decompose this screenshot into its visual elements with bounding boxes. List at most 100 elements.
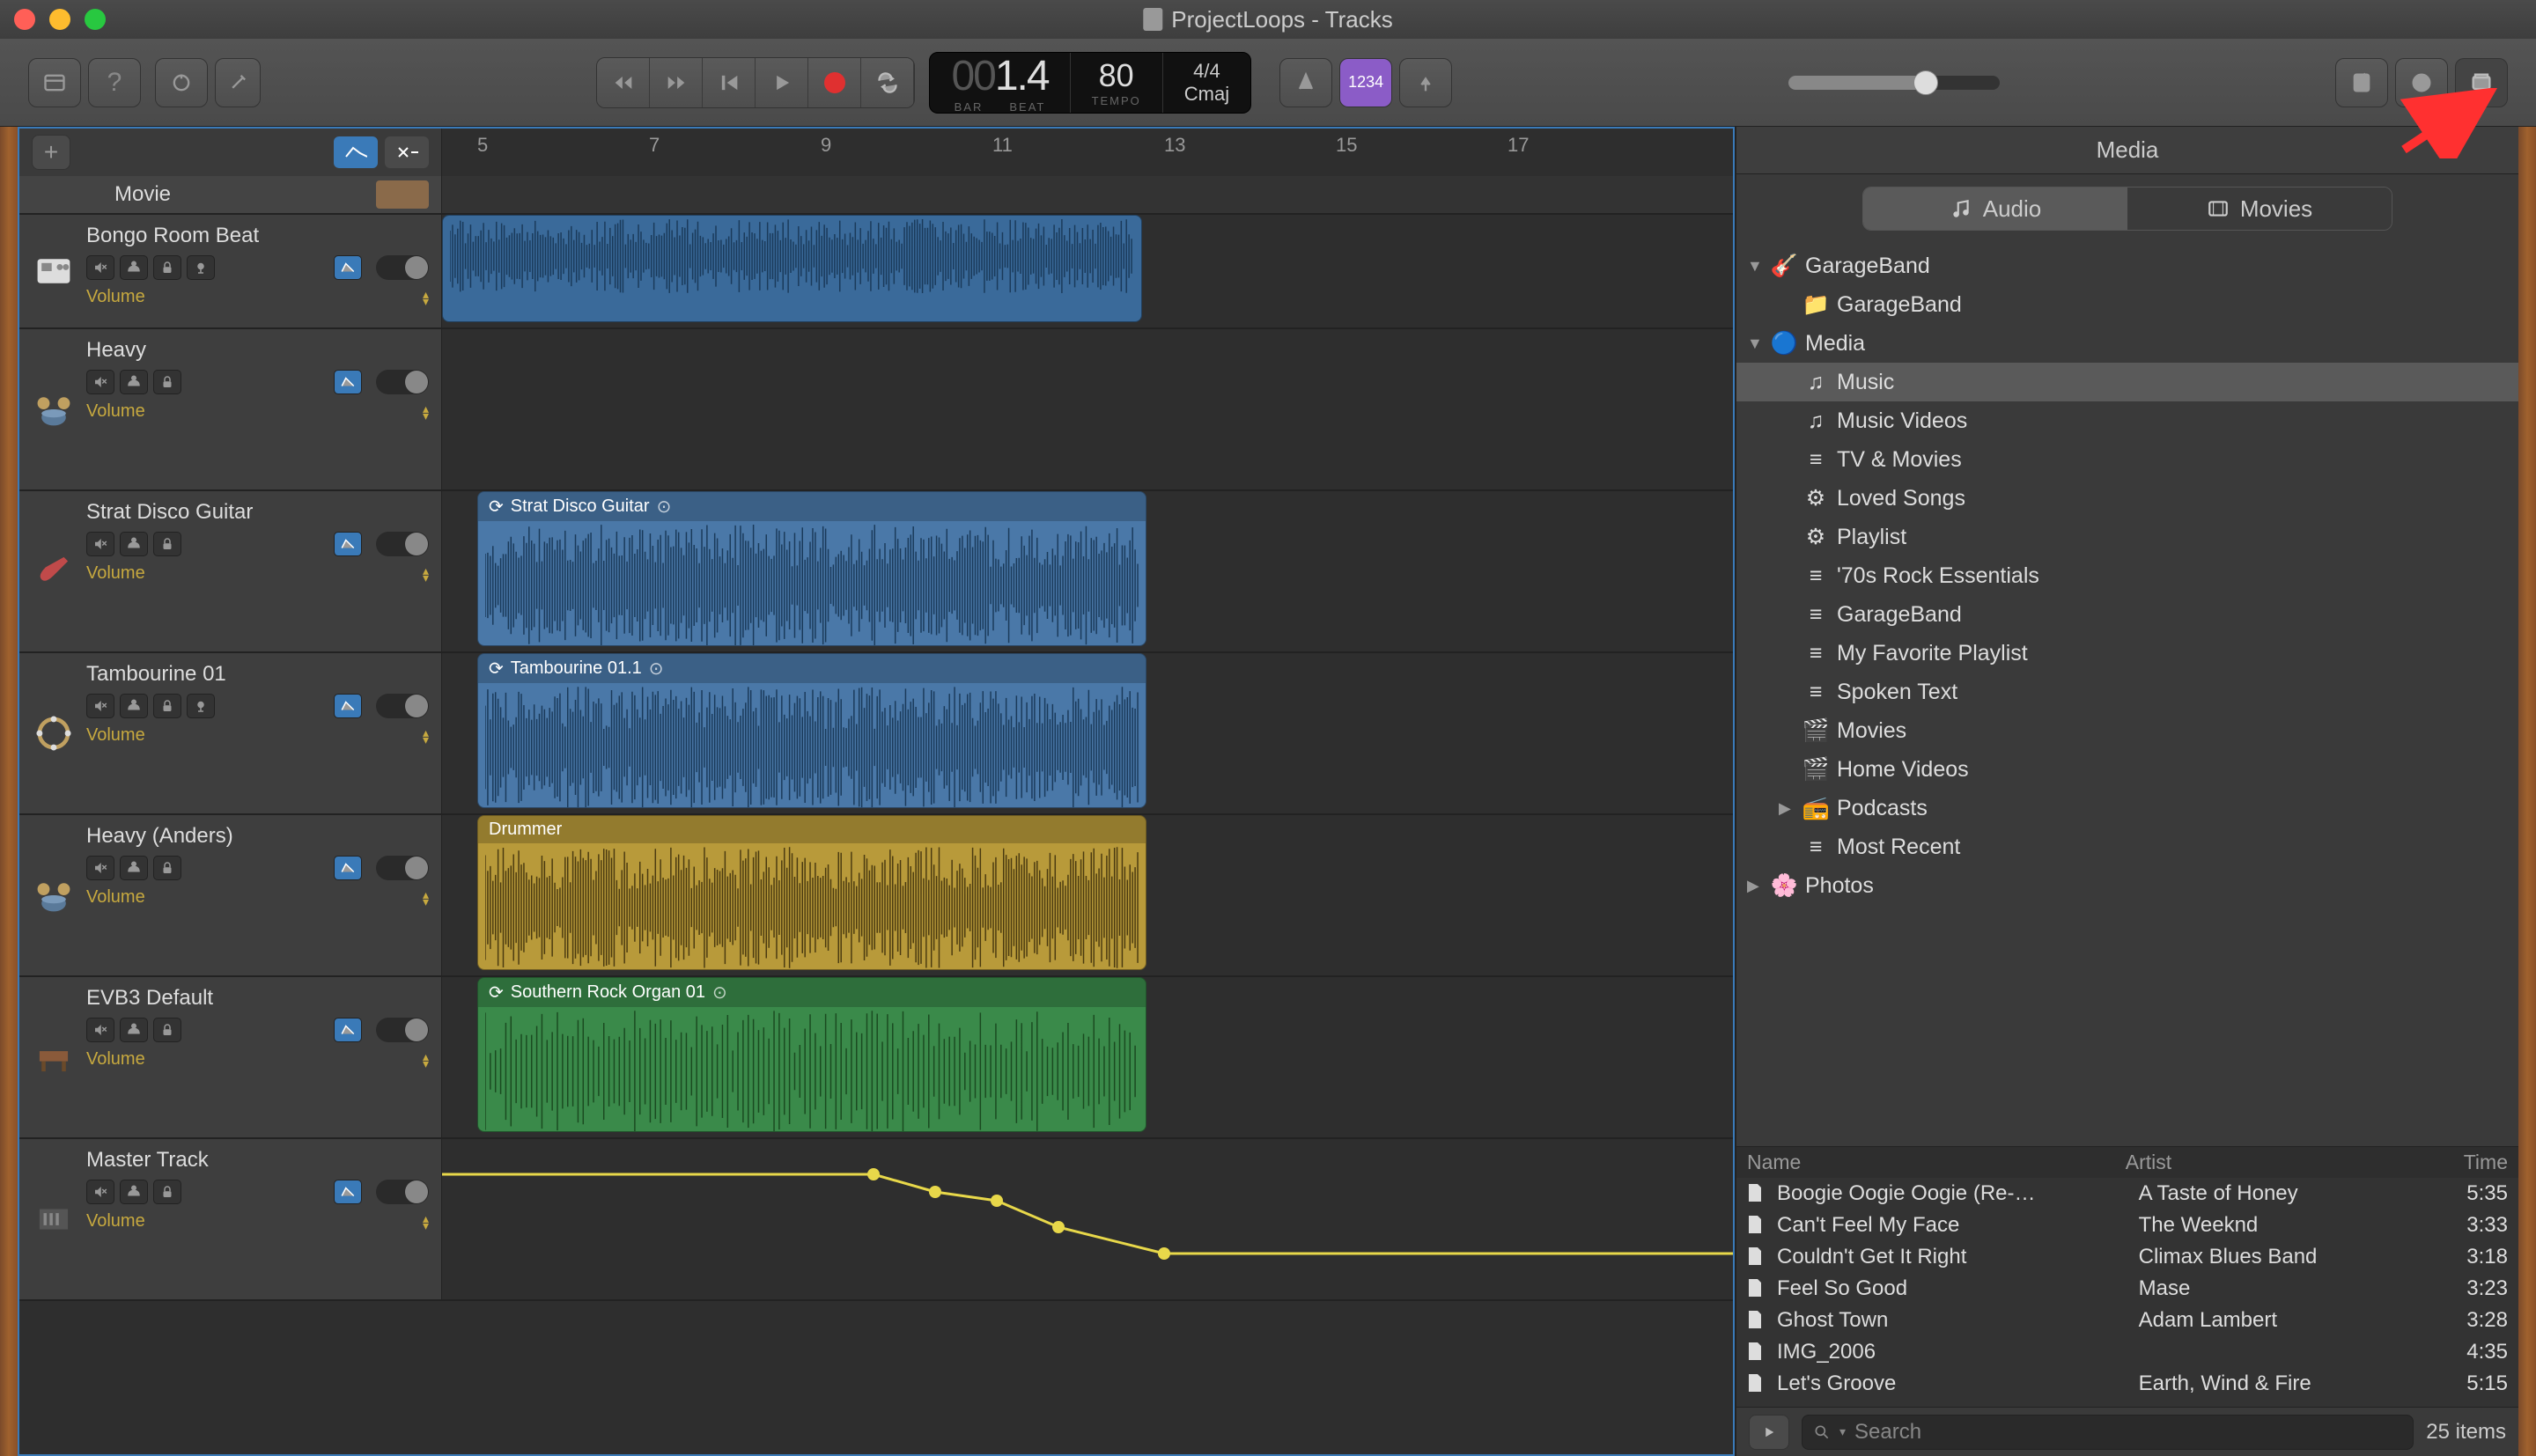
automation-param-label[interactable]: Volume <box>86 287 414 307</box>
automation-mode-button[interactable] <box>334 255 362 280</box>
master-volume-slider[interactable] <box>1788 76 2000 90</box>
media-list-row[interactable]: Can't Feel My FaceThe Weeknd3:33 <box>1736 1210 2518 1241</box>
track-name-label[interactable]: EVB3 Default <box>86 986 429 1011</box>
lock-button[interactable] <box>153 370 181 394</box>
automation-mode-button[interactable] <box>334 694 362 718</box>
track-lane[interactable] <box>442 1139 1733 1299</box>
lock-button[interactable] <box>153 1180 181 1204</box>
track-enable-toggle[interactable] <box>376 532 429 556</box>
track-lane[interactable] <box>442 329 1733 489</box>
cycle-button[interactable] <box>861 58 914 107</box>
disclosure-triangle[interactable]: ▶ <box>1747 877 1763 895</box>
zoom-window-button[interactable] <box>85 9 106 30</box>
tree-item[interactable]: ▼🎸GarageBand <box>1736 246 2518 285</box>
metronome-button[interactable]: 1234 <box>1339 58 1392 107</box>
play-button[interactable] <box>756 58 808 107</box>
track-lane[interactable]: Drummer <box>442 815 1733 975</box>
track-enable-toggle[interactable] <box>376 1180 429 1204</box>
automation-param-label[interactable]: Volume <box>86 725 414 746</box>
lock-button[interactable] <box>153 532 181 556</box>
forward-button[interactable] <box>650 58 703 107</box>
tree-item[interactable]: ≡My Favorite Playlist <box>1736 634 2518 673</box>
automation-curve[interactable] <box>442 1139 1733 1301</box>
tree-item[interactable]: ⚙Playlist <box>1736 518 2518 556</box>
tree-item[interactable]: ⚙Loved Songs <box>1736 479 2518 518</box>
media-song-list[interactable]: Boogie Oogie Oogie (Re-…A Taste of Honey… <box>1736 1178 2518 1407</box>
track-lane[interactable]: ⟳Southern Rock Organ 01 ⊙ <box>442 977 1733 1137</box>
automation-param-label[interactable]: Volume <box>86 563 414 584</box>
solo-button[interactable] <box>120 532 148 556</box>
solo-button[interactable] <box>120 370 148 394</box>
tree-item[interactable]: ≡Spoken Text <box>1736 673 2518 711</box>
param-stepper[interactable]: ▴▾ <box>423 729 429 743</box>
param-stepper[interactable]: ▴▾ <box>423 1053 429 1067</box>
tree-item[interactable]: ≡TV & Movies <box>1736 440 2518 479</box>
track-lane[interactable]: ⟳Tambourine 01.1 ⊙ <box>442 653 1733 813</box>
automation-param-label[interactable]: Volume <box>86 1211 414 1232</box>
disclosure-triangle[interactable]: ▼ <box>1747 335 1763 353</box>
media-list-row[interactable]: IMG_20064:35 <box>1736 1336 2518 1368</box>
minimize-window-button[interactable] <box>49 9 70 30</box>
tree-item[interactable]: ▶🌸Photos <box>1736 866 2518 905</box>
track-header[interactable]: Heavy (Anders) Volume▴▾ <box>19 815 442 975</box>
track-header[interactable]: Heavy Volume ▴▾ <box>19 329 442 489</box>
media-list-header[interactable]: Name Artist Time <box>1736 1146 2518 1178</box>
track-header[interactable]: Tambourine 01 Volume ▴▾ <box>19 653 442 813</box>
close-window-button[interactable] <box>14 9 35 30</box>
mute-button[interactable] <box>86 370 114 394</box>
track-header[interactable]: Bongo Room Beat Volume▴▾ <box>19 215 442 327</box>
track-name-label[interactable]: Tambourine 01 <box>86 662 429 687</box>
track-enable-toggle[interactable] <box>376 1018 429 1042</box>
track-lane[interactable] <box>442 215 1733 327</box>
lock-button[interactable] <box>153 255 181 280</box>
track-name-label[interactable]: Master Track <box>86 1148 429 1173</box>
editors-button[interactable] <box>215 58 261 107</box>
audio-region[interactable]: ⟳Strat Disco Guitar ⊙ <box>477 491 1146 646</box>
mute-button[interactable] <box>86 1018 114 1042</box>
automation-param-label[interactable]: Volume <box>86 401 414 422</box>
tree-item[interactable]: ▶📻Podcasts <box>1736 789 2518 827</box>
media-list-row[interactable]: Boogie Oogie Oogie (Re-…A Taste of Honey… <box>1736 1178 2518 1210</box>
mute-button[interactable] <box>86 856 114 880</box>
mute-button[interactable] <box>86 694 114 718</box>
media-source-tree[interactable]: ▼🎸GarageBand📁GarageBand▼🔵Media♫Music♫Mus… <box>1736 243 2518 1146</box>
library-button[interactable] <box>28 58 81 107</box>
automation-param-label[interactable]: Volume <box>86 887 414 908</box>
go-to-beginning-button[interactable] <box>703 58 756 107</box>
automation-mode-button[interactable] <box>334 370 362 394</box>
tuner-button[interactable] <box>1399 58 1452 107</box>
track-header[interactable]: Strat Disco Guitar Volume▴▾ <box>19 491 442 651</box>
tree-item[interactable]: ≡'70s Rock Essentials <box>1736 556 2518 595</box>
tree-item[interactable]: ≡Most Recent <box>1736 827 2518 866</box>
flex-button[interactable] <box>385 136 429 168</box>
media-search-input[interactable]: ▾Search <box>1802 1415 2414 1450</box>
media-list-row[interactable]: Couldn't Get It RightClimax Blues Band3:… <box>1736 1241 2518 1273</box>
tree-item[interactable]: 🎬Home Videos <box>1736 750 2518 789</box>
audio-region[interactable]: ⟳Southern Rock Organ 01 ⊙ <box>477 977 1146 1132</box>
media-list-row[interactable]: Feel So GoodMase3:23 <box>1736 1273 2518 1305</box>
col-header-name[interactable]: Name <box>1747 1151 2126 1174</box>
tab-movies[interactable]: Movies <box>2127 188 2392 230</box>
smart-controls-button[interactable] <box>155 58 208 107</box>
param-stepper[interactable]: ▴▾ <box>423 290 429 305</box>
track-enable-toggle[interactable] <box>376 694 429 718</box>
automation-mode-button[interactable] <box>334 1018 362 1042</box>
preview-play-button[interactable] <box>1749 1415 1789 1450</box>
col-header-artist[interactable]: Artist <box>2126 1151 2420 1174</box>
automation-param-label[interactable]: Volume <box>86 1049 414 1070</box>
tree-item[interactable]: 📁GarageBand <box>1736 285 2518 324</box>
solo-button[interactable] <box>120 255 148 280</box>
param-stepper[interactable]: ▴▾ <box>423 405 429 419</box>
lock-button[interactable] <box>153 694 181 718</box>
disclosure-triangle[interactable]: ▼ <box>1747 257 1763 276</box>
input-button[interactable] <box>187 255 215 280</box>
track-lane[interactable]: ⟳Strat Disco Guitar ⊙ <box>442 491 1733 651</box>
notepad-button[interactable] <box>2335 58 2388 107</box>
add-track-button[interactable]: + <box>32 135 70 170</box>
track-enable-toggle[interactable] <box>376 255 429 280</box>
timeline-ruler[interactable]: 57911131517 <box>442 129 1733 176</box>
solo-button[interactable] <box>120 856 148 880</box>
disclosure-triangle[interactable]: ▶ <box>1779 799 1795 818</box>
track-name-label[interactable]: Heavy <box>86 338 429 363</box>
param-stepper[interactable]: ▴▾ <box>423 567 429 581</box>
